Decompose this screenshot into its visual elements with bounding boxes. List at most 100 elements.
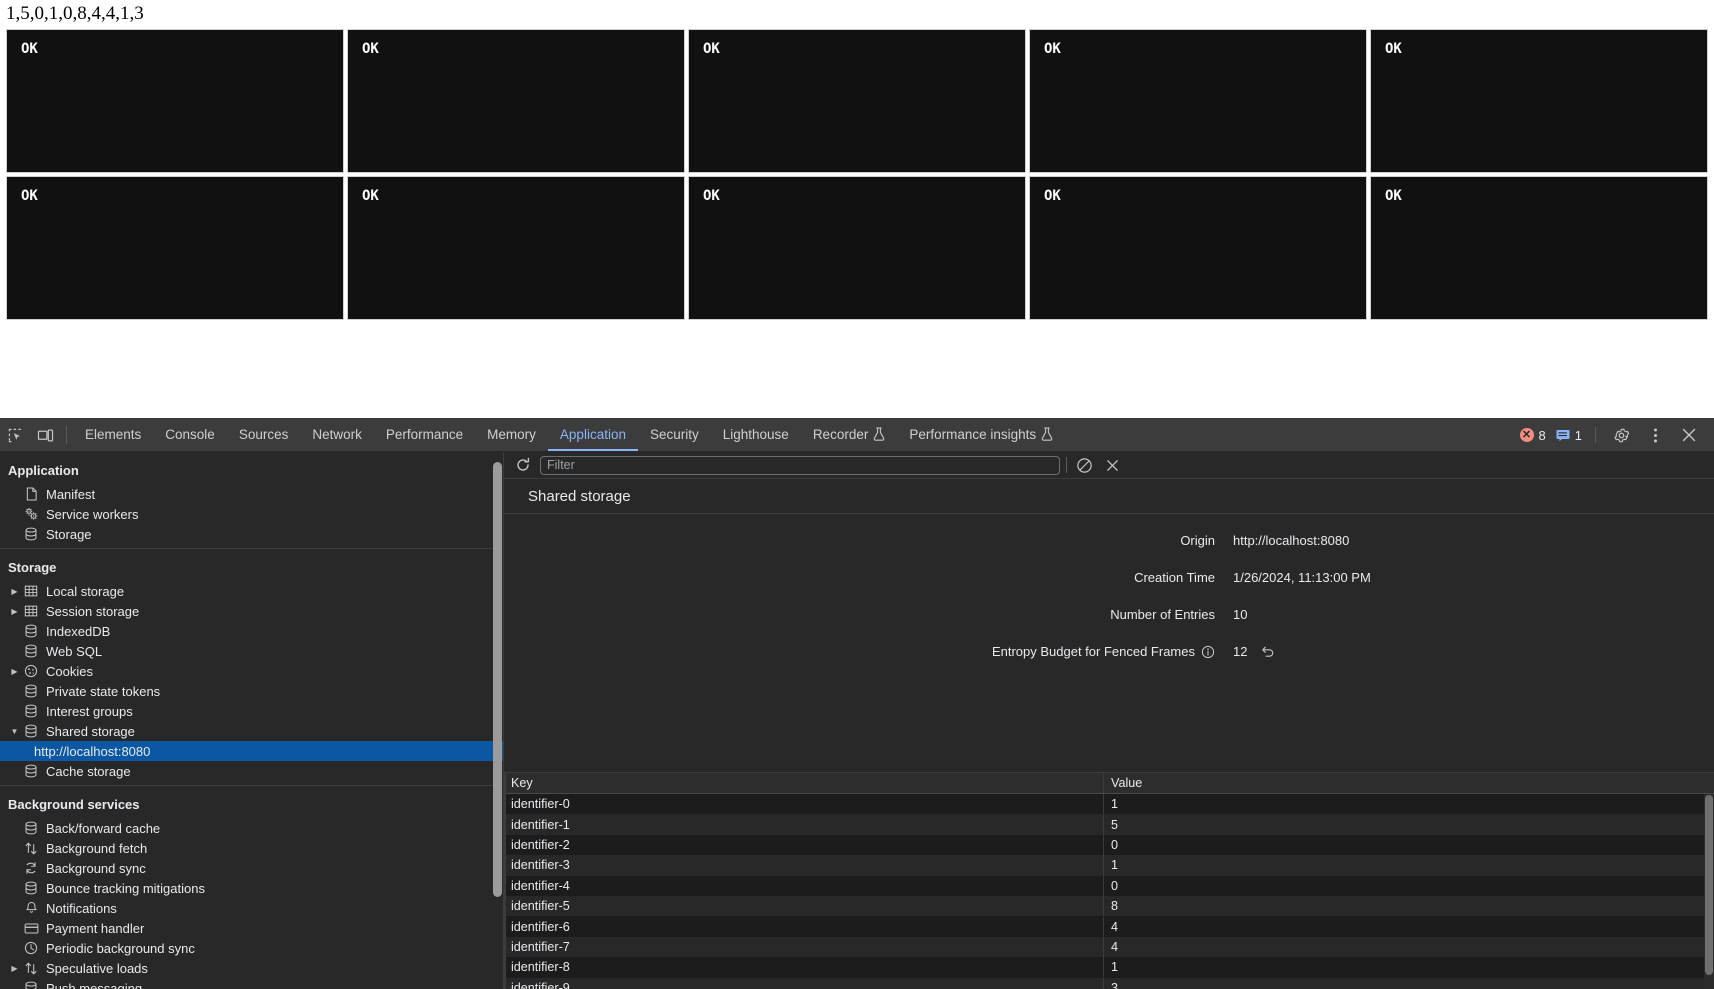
table-cell-value[interactable]: 0	[1104, 876, 1714, 896]
sidebar-item-periodic-background-sync[interactable]: ▶Periodic background sync	[0, 938, 503, 958]
table-row[interactable]: identifier-7 4	[504, 936, 1714, 958]
chevron-right-icon[interactable]: ▶	[8, 964, 21, 973]
table-cell-key[interactable]: identifier-7	[504, 936, 1104, 957]
sidebar-item-speculative-loads[interactable]: ▶ Speculative loads	[0, 958, 503, 978]
fenced-frame-status: OK	[1044, 188, 1061, 204]
tab-console[interactable]: Console	[153, 419, 227, 451]
sidebar-item-local-storage[interactable]: ▶ Local storage	[0, 581, 503, 601]
table-row[interactable]: identifier-5 8	[504, 895, 1714, 917]
settings-gear-icon[interactable]	[1606, 427, 1636, 444]
table-row[interactable]: identifier-6 4	[504, 916, 1714, 937]
table-row[interactable]: identifier-2 0	[504, 834, 1714, 856]
message-count-badge[interactable]: 1	[1553, 428, 1585, 443]
sidebar-item-notifications[interactable]: ▶Notifications	[0, 898, 503, 918]
sidebar-item-shared-storage[interactable]: ▼ Shared storage	[0, 721, 503, 741]
fenced-frame-status: OK	[703, 41, 720, 57]
table-row[interactable]: identifier-9 3	[504, 977, 1714, 989]
more-options-icon[interactable]	[1640, 427, 1670, 444]
sidebar-item-indexeddb[interactable]: ▶IndexedDB	[0, 621, 503, 641]
chevron-right-icon[interactable]: ▶	[8, 667, 21, 676]
sidebar-item-bounce-tracking-mitigations[interactable]: ▶Bounce tracking mitigations	[0, 878, 503, 898]
tab-label: Elements	[85, 426, 142, 442]
tab-recorder[interactable]: Recorder	[801, 419, 898, 451]
refresh-icon[interactable]	[512, 455, 534, 475]
table-row[interactable]: identifier-1 5	[504, 814, 1714, 835]
table-cell-key[interactable]: identifier-2	[504, 834, 1104, 855]
table-row[interactable]: identifier-3 1	[504, 855, 1714, 876]
block-clear-icon[interactable]	[1073, 455, 1095, 475]
table-column-header[interactable]: Value	[1104, 773, 1714, 793]
tab-performance[interactable]: Performance	[374, 419, 475, 451]
metadata-label: Creation Time	[1134, 570, 1215, 585]
table-scrollbar[interactable]	[1704, 794, 1714, 989]
table-cell-key[interactable]: identifier-8	[504, 957, 1104, 978]
tab-lighthouse[interactable]: Lighthouse	[711, 419, 801, 451]
metadata-value: 10	[1233, 607, 1248, 622]
sidebar-scrollbar-thumb[interactable]	[493, 462, 502, 897]
tab-network[interactable]: Network	[300, 419, 374, 451]
table-cell-value[interactable]: 8	[1104, 896, 1714, 916]
table-cell-key[interactable]: identifier-1	[504, 814, 1104, 835]
delete-x-icon[interactable]	[1101, 455, 1123, 475]
sidebar-item-back-forward-cache[interactable]: ▶Back/forward cache	[0, 818, 503, 838]
sidebar-item-cookies[interactable]: ▶ Cookies	[0, 661, 503, 681]
sidebar-item-service-workers[interactable]: ▶Service workers	[0, 504, 503, 524]
chevron-right-icon[interactable]: ▶	[8, 587, 21, 596]
message-count-label: 1	[1574, 427, 1582, 443]
table-cell-key[interactable]: identifier-4	[504, 875, 1104, 896]
filter-input[interactable]	[540, 455, 1060, 475]
table-grid-icon	[21, 604, 41, 618]
sidebar-item-push-messaging[interactable]: ▶Push messaging	[0, 978, 503, 989]
sidebar-item-cache-storage[interactable]: ▶Cache storage	[0, 761, 503, 781]
table-row[interactable]: identifier-4 0	[504, 875, 1714, 896]
devtools-status-area: ✕ 8 1	[1517, 419, 1714, 451]
table-row[interactable]: identifier-0 1	[504, 794, 1714, 815]
table-cell-key[interactable]: identifier-0	[504, 794, 1104, 815]
table-cell-key[interactable]: identifier-5	[504, 896, 1104, 917]
table-column-header[interactable]: Key	[504, 773, 1104, 793]
chevron-down-icon[interactable]: ▼	[8, 727, 21, 736]
tab-performance-insights[interactable]: Performance insights	[897, 419, 1065, 451]
sidebar-item-manifest[interactable]: ▶Manifest	[0, 484, 503, 504]
table-cell-value[interactable]: 4	[1104, 937, 1714, 957]
table-cell-value[interactable]: 1	[1104, 855, 1714, 875]
tab-memory[interactable]: Memory	[475, 419, 548, 451]
metadata-value: 1/26/2024, 11:13:00 PM	[1233, 570, 1371, 585]
info-icon[interactable]	[1201, 645, 1215, 659]
sidebar-item-http-localhost-8080[interactable]: http://localhost:8080	[0, 741, 503, 761]
tab-application[interactable]: Application	[547, 419, 638, 451]
tab-security[interactable]: Security	[638, 419, 711, 451]
table-cell-key[interactable]: identifier-9	[504, 977, 1104, 989]
device-toolbar-icon[interactable]	[30, 419, 60, 451]
sidebar-item-background-fetch[interactable]: ▶Background fetch	[0, 838, 503, 858]
table-cell-value[interactable]: 4	[1104, 917, 1714, 937]
tab-elements[interactable]: Elements	[73, 419, 153, 451]
sidebar-item-storage[interactable]: ▶Storage	[0, 524, 503, 544]
table-scrollbar-thumb[interactable]	[1705, 795, 1713, 975]
table-cell-key[interactable]: identifier-3	[504, 855, 1104, 876]
inspect-element-icon[interactable]	[0, 419, 30, 451]
fenced-frame-status: OK	[1044, 41, 1061, 57]
close-devtools-icon[interactable]	[1674, 427, 1704, 443]
reset-undo-icon[interactable]	[1261, 645, 1275, 658]
sidebar-scrollbar[interactable]	[493, 462, 502, 917]
tab-sources[interactable]: Sources	[227, 419, 301, 451]
sidebar-item-session-storage[interactable]: ▶ Session storage	[0, 601, 503, 621]
table-cell-value[interactable]: 1	[1104, 794, 1714, 814]
sidebar-item-payment-handler[interactable]: ▶Payment handler	[0, 918, 503, 938]
error-count-badge[interactable]: ✕ 8	[1517, 428, 1549, 443]
table-cell-key[interactable]: identifier-6	[504, 916, 1104, 937]
table-cell-value[interactable]: 0	[1104, 835, 1714, 855]
metadata-label-group: Entropy Budget for Fenced Frames	[504, 644, 1215, 659]
table-cell-value[interactable]: 5	[1104, 815, 1714, 835]
table-row[interactable]: identifier-8 1	[504, 957, 1714, 978]
metadata-label-group: Origin	[504, 533, 1215, 548]
table-cell-value[interactable]: 3	[1104, 978, 1714, 989]
chevron-right-icon[interactable]: ▶	[8, 607, 21, 616]
sidebar-item-interest-groups[interactable]: ▶Interest groups	[0, 701, 503, 721]
metadata-value: 12	[1233, 644, 1248, 659]
table-cell-value[interactable]: 1	[1104, 957, 1714, 977]
sidebar-item-private-state-tokens[interactable]: ▶Private state tokens	[0, 681, 503, 701]
sidebar-item-web-sql[interactable]: ▶Web SQL	[0, 641, 503, 661]
sidebar-item-background-sync[interactable]: ▶Background sync	[0, 858, 503, 878]
